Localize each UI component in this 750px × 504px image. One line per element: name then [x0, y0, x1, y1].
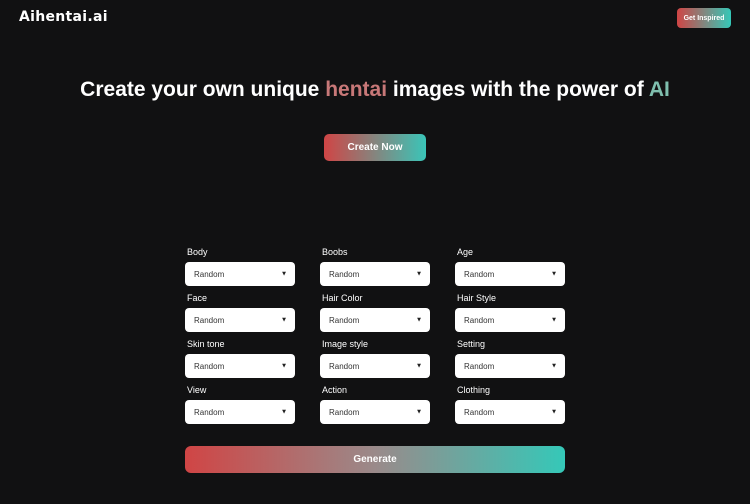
caret-down-icon: ▼: [552, 362, 556, 369]
face-select[interactable]: Random ▼: [185, 308, 295, 332]
hero-title-part2: images with the power of: [387, 78, 649, 101]
site-logo[interactable]: Aihentai.ai: [19, 9, 108, 25]
field-label: Hair Color: [322, 293, 363, 303]
field-label: Skin tone: [187, 339, 225, 349]
select-value: Random: [464, 269, 495, 279]
hero-title-accent-hentai: hentai: [325, 78, 388, 101]
field-label: Clothing: [457, 385, 491, 395]
field-hair-style: Hair Style Random ▼: [455, 292, 565, 332]
field-hair-color: Hair Color Random ▼: [320, 292, 430, 332]
field-body: Body Random ▼: [185, 246, 295, 286]
field-label: Face: [187, 293, 208, 303]
field-label: Hair Style: [457, 293, 497, 303]
field-skin-tone: Skin tone Random ▼: [185, 338, 295, 378]
skin-tone-select[interactable]: Random ▼: [185, 354, 295, 378]
caret-down-icon: ▼: [552, 408, 556, 415]
field-image-style: Image style Random ▼: [320, 338, 430, 378]
select-value: Random: [464, 361, 495, 371]
caret-down-icon: ▼: [282, 270, 286, 277]
action-select[interactable]: Random ▼: [320, 400, 430, 424]
field-label: Action: [322, 385, 348, 395]
boobs-select[interactable]: Random ▼: [320, 262, 430, 286]
caret-down-icon: ▼: [417, 316, 421, 323]
field-label: Age: [457, 247, 474, 257]
field-face: Face Random ▼: [185, 292, 295, 332]
field-label: Setting: [457, 339, 486, 349]
select-value: Random: [464, 407, 495, 417]
body-select[interactable]: Random ▼: [185, 262, 295, 286]
field-action: Action Random ▼: [320, 384, 430, 424]
field-label: Image style: [322, 339, 369, 349]
caret-down-icon: ▼: [282, 408, 286, 415]
select-value: Random: [329, 315, 360, 325]
caret-down-icon: ▼: [282, 316, 286, 323]
hair-color-select[interactable]: Random ▼: [320, 308, 430, 332]
field-clothing: Clothing Random ▼: [455, 384, 565, 424]
hair-style-select[interactable]: Random ▼: [455, 308, 565, 332]
select-value: Random: [464, 315, 495, 325]
caret-down-icon: ▼: [417, 408, 421, 415]
field-view: View Random ▼: [185, 384, 295, 424]
caret-down-icon: ▼: [417, 270, 421, 277]
select-value: Random: [329, 269, 360, 279]
caret-down-icon: ▼: [282, 362, 286, 369]
options-form: Body Random ▼ Boobs Random ▼ Age Random ▼ F…: [185, 246, 565, 424]
hero-title: Create your own unique hentai images wit…: [0, 78, 750, 102]
caret-down-icon: ▼: [417, 362, 421, 369]
field-label: Boobs: [322, 247, 348, 257]
select-value: Random: [194, 315, 225, 325]
select-value: Random: [194, 269, 225, 279]
create-now-button[interactable]: Create Now: [324, 134, 426, 161]
image-style-select[interactable]: Random ▼: [320, 354, 430, 378]
clothing-select[interactable]: Random ▼: [455, 400, 565, 424]
age-select[interactable]: Random ▼: [455, 262, 565, 286]
generate-button[interactable]: Generate: [185, 446, 565, 473]
field-label: View: [187, 385, 207, 395]
select-value: Random: [194, 407, 225, 417]
hero-title-accent-ai: AI: [648, 78, 670, 101]
field-setting: Setting Random ▼: [455, 338, 565, 378]
caret-down-icon: ▼: [552, 270, 556, 277]
get-inspired-button[interactable]: Get Inspired: [677, 8, 731, 28]
field-label: Body: [187, 247, 208, 257]
hero-title-part1: Create your own unique: [80, 78, 326, 101]
select-value: Random: [329, 361, 360, 371]
select-value: Random: [194, 361, 225, 371]
view-select[interactable]: Random ▼: [185, 400, 295, 424]
field-boobs: Boobs Random ▼: [320, 246, 430, 286]
caret-down-icon: ▼: [552, 316, 556, 323]
field-age: Age Random ▼: [455, 246, 565, 286]
setting-select[interactable]: Random ▼: [455, 354, 565, 378]
select-value: Random: [329, 407, 360, 417]
